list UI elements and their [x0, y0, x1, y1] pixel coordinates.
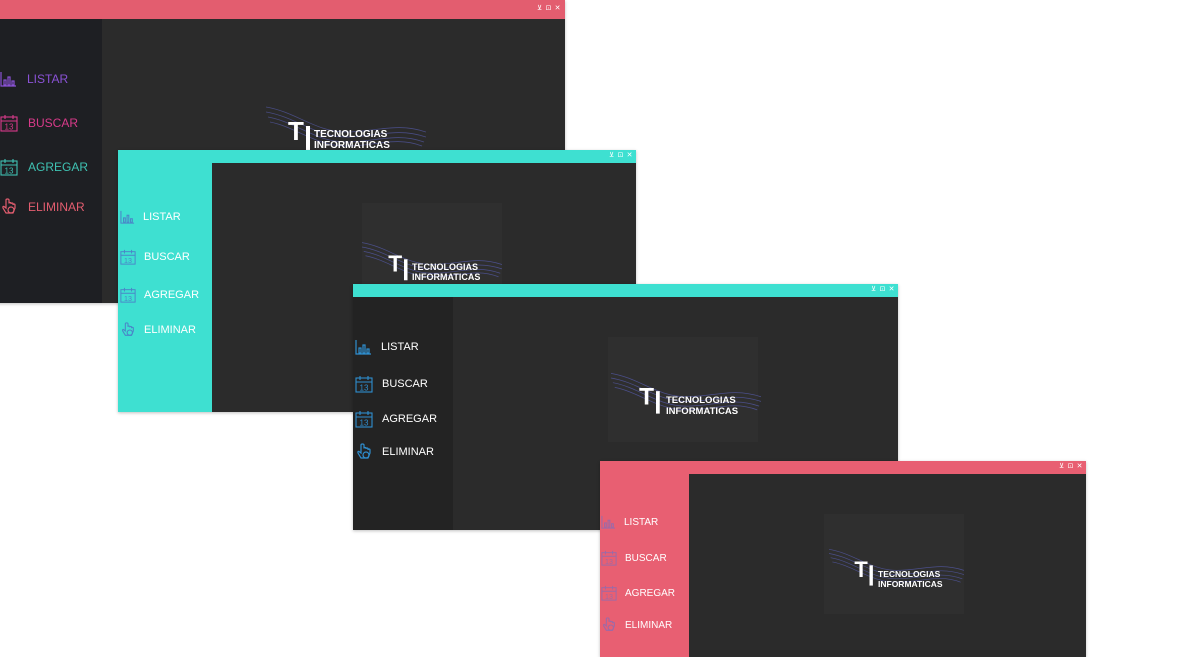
- sidebar-item-label: ELIMINAR: [144, 324, 196, 336]
- title-bar[interactable]: ⊻ ⊡ ✕: [0, 0, 565, 19]
- svg-text:13: 13: [5, 123, 14, 132]
- sidebar: LISTAR 13 BUSCAR 13 AGREGAR ELIMINAR: [0, 19, 102, 303]
- title-bar[interactable]: ⊻ ⊡ ✕: [118, 150, 636, 163]
- maximize-icon[interactable]: ⊡: [545, 4, 552, 13]
- minimize-icon[interactable]: ⊻: [870, 285, 877, 294]
- svg-text:13: 13: [605, 558, 613, 566]
- maximize-icon[interactable]: ⊡: [617, 151, 624, 160]
- sidebar-item-buscar[interactable]: 13 BUSCAR: [353, 374, 428, 394]
- hand-pointer-icon: [355, 443, 373, 461]
- sidebar-item-label: ELIMINAR: [382, 446, 434, 458]
- sidebar: LISTAR 13 BUSCAR 13 AGREGAR ELIMINAR: [118, 163, 212, 412]
- sidebar-item-label: BUSCAR: [144, 251, 190, 263]
- svg-text:T: T: [639, 383, 654, 410]
- svg-text:13: 13: [124, 295, 132, 303]
- logo-text-line1: TECNOLOGIAS: [878, 569, 941, 579]
- svg-text:T: T: [388, 251, 402, 277]
- svg-text:T: T: [854, 557, 868, 582]
- calendar-icon: 13: [120, 249, 136, 265]
- logo-text-line2: INFORMATICAS: [412, 272, 481, 282]
- sidebar-item-label: AGREGAR: [28, 160, 89, 174]
- minimize-icon[interactable]: ⊻: [536, 4, 543, 13]
- sidebar: LISTAR 13 BUSCAR 13 AGREGAR ELIMINAR: [600, 474, 689, 657]
- window-controls: ⊻ ⊡ ✕: [870, 285, 895, 294]
- calendar-icon: 13: [601, 550, 617, 566]
- sidebar-item-label: ELIMINAR: [28, 200, 85, 214]
- sidebar-item-label: LISTAR: [27, 72, 69, 86]
- sidebar-item-agregar[interactable]: 13 AGREGAR: [600, 583, 675, 603]
- bar-chart-icon: [120, 210, 135, 224]
- brand-logo: T TECNOLOGIAS INFORMATICAS: [362, 235, 502, 287]
- close-icon[interactable]: ✕: [1076, 462, 1083, 471]
- sidebar-item-agregar[interactable]: 13 AGREGAR: [118, 285, 199, 305]
- title-bar[interactable]: ⊻ ⊡ ✕: [353, 284, 898, 297]
- brand-logo: T TECNOLOGIAS INFORMATICAS: [611, 367, 761, 419]
- svg-text:13: 13: [360, 419, 369, 428]
- svg-text:13: 13: [605, 593, 613, 601]
- calendar-icon: 13: [355, 375, 373, 393]
- window-controls: ⊻ ⊡ ✕: [608, 151, 633, 160]
- sidebar-item-label: LISTAR: [381, 341, 419, 353]
- sidebar-item-label: BUSCAR: [28, 116, 79, 130]
- minimize-icon[interactable]: ⊻: [1058, 462, 1065, 471]
- logo-text-line2: INFORMATICAS: [878, 579, 943, 589]
- sidebar-item-listar[interactable]: LISTAR: [118, 207, 181, 227]
- hand-pointer-icon: [0, 198, 18, 216]
- sidebar-item-label: LISTAR: [143, 211, 181, 223]
- window-controls: ⊻ ⊡ ✕: [536, 4, 561, 13]
- sidebar-item-buscar[interactable]: 13 BUSCAR: [118, 247, 190, 267]
- window-controls: ⊻ ⊡ ✕: [1058, 462, 1083, 471]
- svg-text:13: 13: [360, 384, 369, 393]
- calendar-icon: 13: [0, 114, 18, 132]
- sidebar-item-label: AGREGAR: [144, 289, 200, 301]
- sidebar-item-buscar[interactable]: 13 BUSCAR: [0, 113, 78, 133]
- sidebar-item-label: AGREGAR: [382, 413, 438, 425]
- logo-text-line1: TECNOLOGIAS: [314, 129, 388, 140]
- sidebar: LISTAR 13 BUSCAR 13 AGREGAR ELIMINAR: [353, 297, 453, 530]
- close-icon[interactable]: ✕: [554, 4, 561, 13]
- logo-text-line1: TECNOLOGIAS: [412, 262, 479, 272]
- title-bar[interactable]: ⊻ ⊡ ✕: [600, 461, 1086, 474]
- sidebar-item-label: BUSCAR: [625, 552, 667, 564]
- calendar-icon: 13: [355, 410, 373, 428]
- bar-chart-icon: [601, 515, 616, 529]
- logo-text-line2: INFORMATICAS: [666, 406, 739, 417]
- sidebar-item-eliminar[interactable]: ELIMINAR: [0, 197, 85, 217]
- sidebar-item-label: LISTAR: [624, 516, 659, 528]
- sidebar-item-label: BUSCAR: [382, 378, 428, 390]
- sidebar-item-eliminar[interactable]: ELIMINAR: [353, 442, 434, 462]
- sidebar-item-eliminar[interactable]: ELIMINAR: [118, 320, 196, 340]
- bar-chart-icon: [0, 71, 17, 87]
- sidebar-item-buscar[interactable]: 13 BUSCAR: [600, 548, 667, 568]
- calendar-icon: 13: [601, 585, 617, 601]
- app-window-coral: ⊻ ⊡ ✕ LISTAR 13 BUSCAR 13 AGREGAR ELIMIN…: [600, 461, 1086, 657]
- main-content: T TECNOLOGIAS INFORMATICAS: [689, 474, 1086, 657]
- close-icon[interactable]: ✕: [888, 285, 895, 294]
- hand-pointer-icon: [601, 617, 617, 633]
- logo-text-line1: TECNOLOGIAS: [666, 395, 736, 406]
- hand-pointer-icon: [120, 322, 136, 338]
- svg-text:13: 13: [5, 167, 14, 176]
- minimize-icon[interactable]: ⊻: [608, 151, 615, 160]
- bar-chart-icon: [355, 339, 372, 355]
- brand-logo: T TECNOLOGIAS INFORMATICAS: [266, 102, 426, 154]
- sidebar-item-listar[interactable]: LISTAR: [0, 69, 68, 89]
- sidebar-item-listar[interactable]: LISTAR: [600, 512, 658, 532]
- svg-text:T: T: [288, 116, 304, 146]
- close-icon[interactable]: ✕: [626, 151, 633, 160]
- maximize-icon[interactable]: ⊡: [879, 285, 886, 294]
- sidebar-item-eliminar[interactable]: ELIMINAR: [600, 615, 672, 635]
- sidebar-item-label: ELIMINAR: [625, 619, 673, 631]
- brand-logo: T TECNOLOGIAS INFORMATICAS: [829, 542, 964, 592]
- sidebar-item-label: AGREGAR: [625, 587, 676, 599]
- calendar-icon: 13: [120, 287, 136, 303]
- svg-text:13: 13: [124, 257, 132, 265]
- calendar-icon: 13: [0, 158, 18, 176]
- maximize-icon[interactable]: ⊡: [1067, 462, 1074, 471]
- sidebar-item-agregar[interactable]: 13 AGREGAR: [0, 157, 88, 177]
- sidebar-item-listar[interactable]: LISTAR: [353, 337, 419, 357]
- sidebar-item-agregar[interactable]: 13 AGREGAR: [353, 409, 437, 429]
